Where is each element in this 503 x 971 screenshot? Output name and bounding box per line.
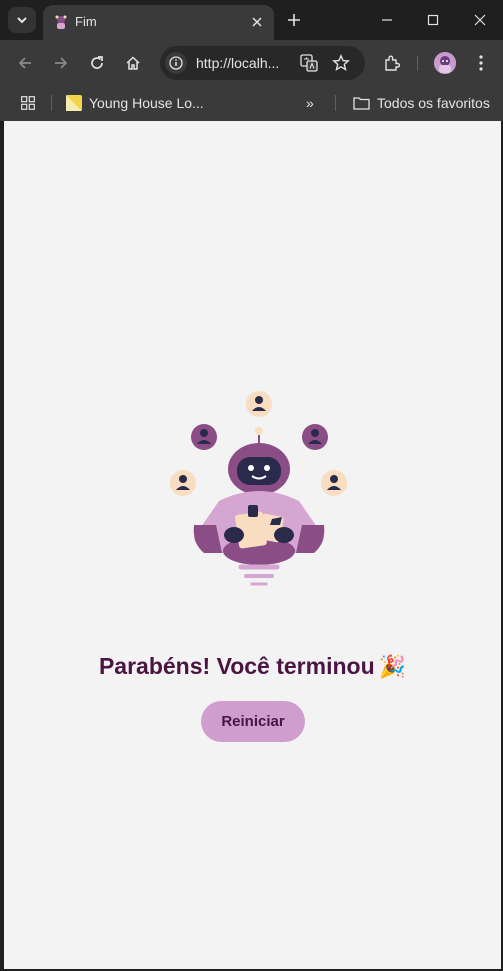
mascot-favicon-icon [55, 15, 67, 29]
person-icon [191, 424, 217, 450]
menu-button[interactable] [469, 51, 493, 75]
plus-icon [288, 14, 300, 26]
url-text: http://localh... [196, 55, 280, 71]
bookmark-label: Young House Lo... [89, 95, 204, 111]
home-icon [126, 56, 140, 70]
bookmarks-divider [335, 95, 336, 111]
bookmarks-divider [51, 95, 52, 111]
bookmarks-overflow-button[interactable]: » [306, 92, 314, 114]
extensions-icon [385, 55, 401, 71]
bookmarks-bar: Young House Lo... » Todos os favoritos [0, 86, 503, 121]
person-icon [246, 391, 272, 417]
back-icon [18, 57, 31, 69]
heading-text: Parabéns! Você terminou [98, 653, 375, 679]
party-popper-icon: 🎉 [378, 654, 407, 679]
profile-avatar[interactable] [434, 52, 456, 74]
completion-heading: Parabéns! Você terminou 🎉 [4, 653, 501, 680]
tab-title: Fim [75, 14, 97, 29]
menu-icon [479, 55, 483, 71]
person-icon [170, 470, 196, 496]
avatar-image [434, 52, 456, 74]
new-tab-button[interactable] [283, 9, 305, 31]
folder-icon [353, 97, 370, 110]
tab-active[interactable]: Fim [43, 5, 274, 40]
forward-icon [55, 57, 68, 69]
person-icon [321, 470, 347, 496]
close-icon [474, 14, 486, 26]
translate-button[interactable] [299, 53, 319, 73]
minimize-icon [382, 19, 392, 21]
bookmark-star-button[interactable] [331, 53, 351, 73]
overflow-chevron-icon: » [306, 95, 314, 111]
minimize-button[interactable] [375, 8, 399, 32]
tab-close-button[interactable] [248, 13, 266, 31]
site-info-button[interactable] [165, 52, 187, 74]
back-button[interactable] [13, 51, 37, 75]
toolbar-divider [417, 56, 418, 71]
person-icon [302, 424, 328, 450]
completion-screen: Parabéns! Você terminou 🎉 Reiniciar [4, 121, 501, 969]
address-bar[interactable]: http://localh... [160, 46, 365, 80]
chevron-down-icon [17, 17, 27, 24]
extensions-button[interactable] [380, 51, 404, 75]
site-info-icon [169, 56, 183, 70]
bookmark-favicon-icon [66, 95, 82, 111]
close-icon [252, 17, 262, 27]
maximize-icon [427, 14, 439, 26]
all-bookmarks-label: Todos os favoritos [377, 95, 490, 111]
all-bookmarks-folder[interactable]: Todos os favoritos [353, 92, 490, 114]
apps-button[interactable] [21, 92, 35, 114]
title-bar: Fim [0, 0, 503, 40]
reload-button[interactable] [85, 51, 109, 75]
reload-icon [91, 56, 103, 69]
tab-search-button[interactable] [8, 7, 36, 33]
translate-icon [300, 54, 318, 72]
bookmark-young-house[interactable]: Young House Lo... [66, 92, 204, 114]
window-close-button[interactable] [468, 8, 492, 32]
browser-toolbar: http://localh... [0, 40, 503, 86]
maximize-button[interactable] [421, 8, 445, 32]
robot-mascot-illustration [170, 391, 347, 586]
restart-button[interactable]: Reiniciar [201, 701, 305, 742]
forward-button[interactable] [49, 51, 73, 75]
page-viewport: Parabéns! Você terminou 🎉 Reiniciar [4, 121, 501, 969]
star-icon [332, 54, 350, 71]
apps-grid-icon [21, 96, 35, 110]
home-button[interactable] [121, 51, 145, 75]
